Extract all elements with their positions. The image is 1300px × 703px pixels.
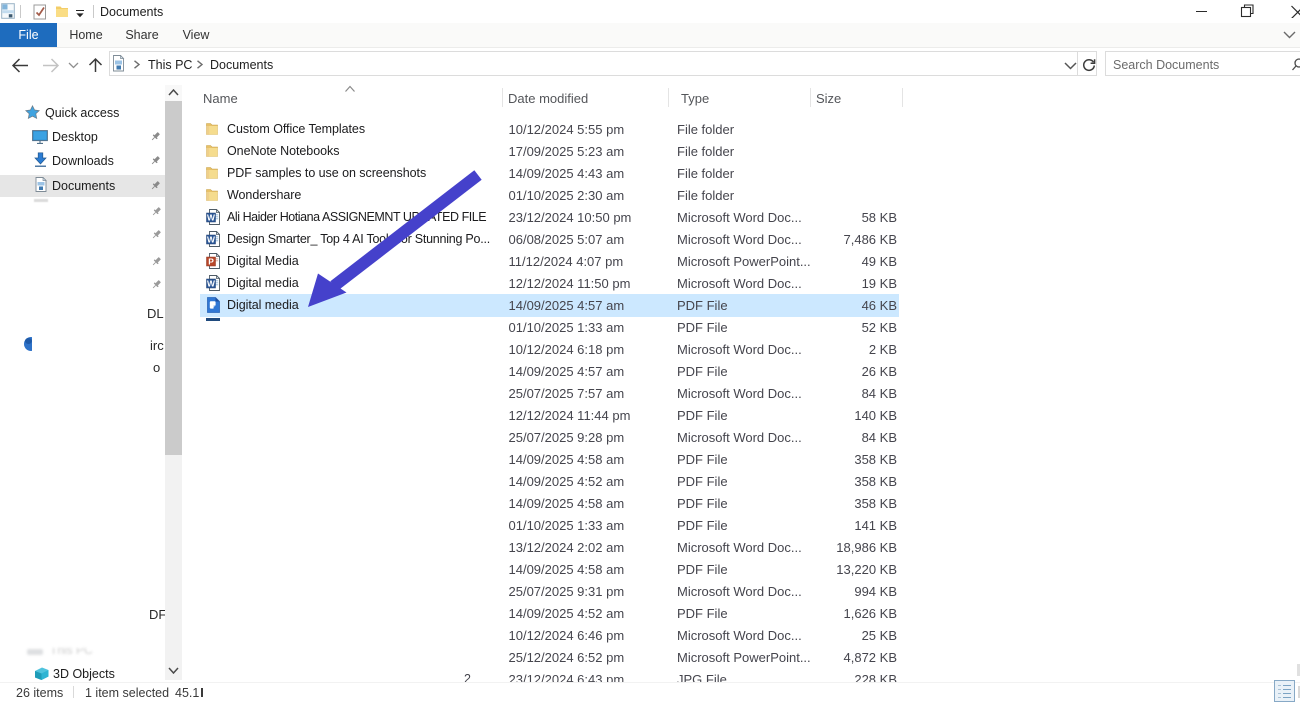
svg-text:W: W xyxy=(207,234,215,244)
svg-text:P: P xyxy=(208,256,214,266)
svg-text:W: W xyxy=(207,212,215,222)
svg-text:W: W xyxy=(207,278,215,288)
